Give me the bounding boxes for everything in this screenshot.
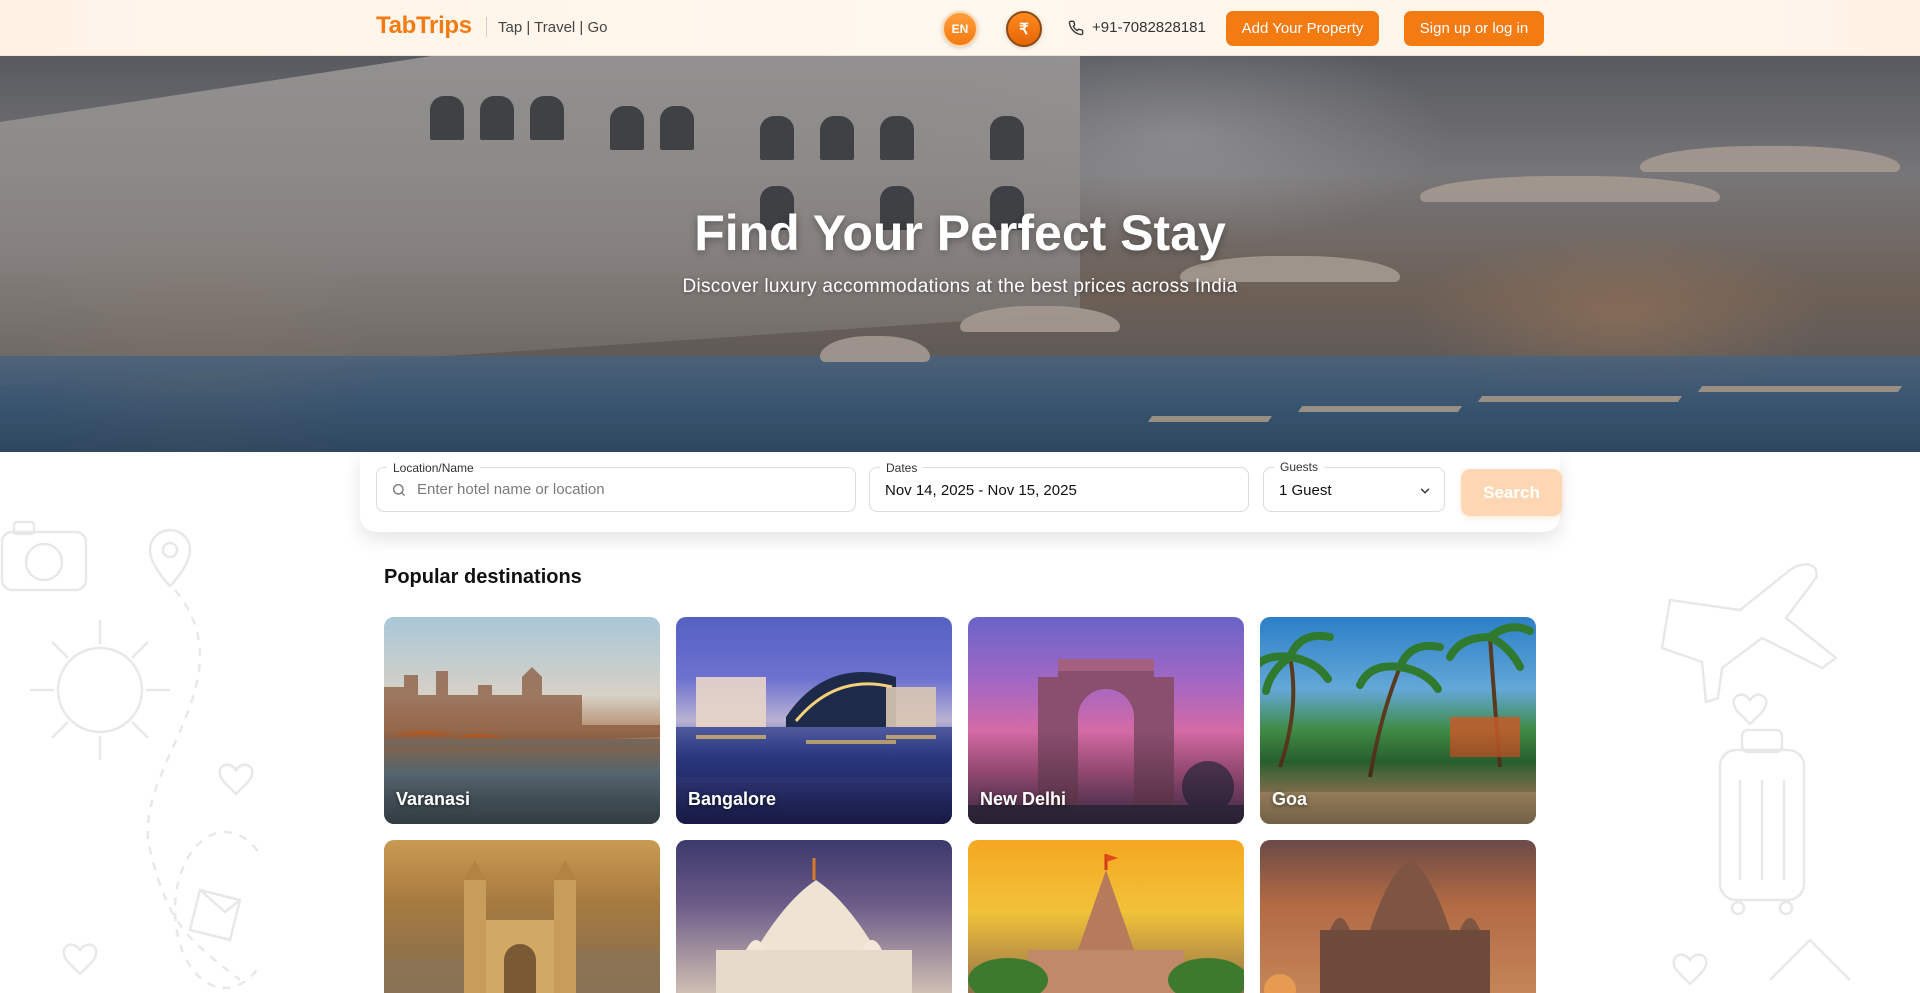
phone-number: +91-7082828181 xyxy=(1092,19,1206,36)
destination-card[interactable] xyxy=(384,840,660,993)
destination-card-new-delhi[interactable]: New Delhi xyxy=(968,617,1244,824)
brand-divider xyxy=(486,17,487,37)
search-button[interactable]: Search xyxy=(1461,469,1562,516)
language-selector-button[interactable]: EN xyxy=(942,11,978,47)
hero-banner: Find Your Perfect Stay Discover luxury a… xyxy=(0,56,1920,452)
search-icon xyxy=(393,484,405,496)
signup-login-button[interactable]: Sign up or log in xyxy=(1404,11,1544,46)
dates-field[interactable]: Dates Nov 14, 2025 - Nov 15, 2025 xyxy=(869,461,1249,512)
dates-value: Nov 14, 2025 - Nov 15, 2025 xyxy=(885,482,1077,499)
destination-card[interactable] xyxy=(968,840,1244,993)
hero-title: Find Your Perfect Stay xyxy=(694,205,1226,261)
hero-subtitle: Discover luxury accommodations at the be… xyxy=(682,276,1238,297)
destination-name: Bangalore xyxy=(688,789,777,809)
travel-doodles-left xyxy=(0,520,260,990)
guests-label: Guests xyxy=(1274,460,1325,474)
destination-card-bangalore[interactable]: Bangalore xyxy=(676,617,952,824)
charminar-image xyxy=(384,860,660,993)
currency-selector-button[interactable]: ₹ xyxy=(1006,11,1042,47)
guests-value: 1 Guest xyxy=(1279,482,1332,499)
destination-name: Goa xyxy=(1272,789,1308,809)
add-property-button[interactable]: Add Your Property xyxy=(1226,11,1379,46)
brand-logo[interactable]: TabTrips xyxy=(376,12,472,40)
brand-tagline: Tap | Travel | Go xyxy=(498,19,608,36)
search-panel: Location/Name Dates Nov 14, 2025 - Nov 1… xyxy=(360,452,1562,532)
currency-symbol: ₹ xyxy=(1019,21,1029,38)
destination-card[interactable] xyxy=(1260,840,1536,993)
travel-doodles-right xyxy=(1660,563,1851,986)
top-navbar: TabTrips Tap | Travel | Go EN ₹ +91-7082… xyxy=(0,0,1920,56)
location-label: Location/Name xyxy=(387,461,480,475)
phone-contact[interactable]: +91-7082828181 xyxy=(1068,19,1206,36)
guests-select[interactable]: Guests 1 Guest xyxy=(1263,460,1445,512)
location-input[interactable] xyxy=(417,481,837,498)
destination-card[interactable] xyxy=(676,840,952,993)
location-field[interactable]: Location/Name xyxy=(376,461,856,512)
ram-mandir-image xyxy=(968,854,1244,993)
destination-name: New Delhi xyxy=(980,789,1067,809)
destination-card-varanasi[interactable]: Varanasi xyxy=(384,617,660,824)
chevron-down-icon xyxy=(1420,488,1430,494)
language-label: EN xyxy=(951,22,969,36)
destination-card-goa[interactable]: Goa xyxy=(1260,617,1536,824)
popular-destinations-title: Popular destinations xyxy=(384,566,582,588)
phone-icon xyxy=(1068,20,1084,35)
temple-sunset-image xyxy=(1264,860,1490,993)
dates-label: Dates xyxy=(880,461,924,475)
temple-night-image xyxy=(716,858,912,993)
destination-name: Varanasi xyxy=(396,789,471,809)
